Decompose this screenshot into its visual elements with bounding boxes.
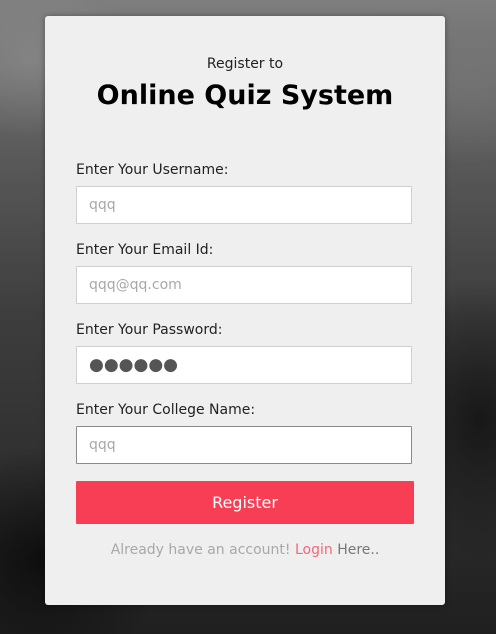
register-subtitle: Register to [206, 56, 284, 72]
username-label: Enter Your Username: [76, 162, 229, 178]
email-field[interactable]: qqq@qq.com [76, 266, 412, 304]
login-prompt: Already have an account! Login Here.. [45, 542, 445, 558]
username-field[interactable]: qqq [76, 186, 412, 224]
register-button[interactable]: Register [76, 481, 414, 524]
college-label: Enter Your College Name: [76, 402, 256, 418]
page-title: Online Quiz System [96, 80, 394, 111]
email-label: Enter Your Email Id: [76, 242, 214, 258]
password-field[interactable]: ●●●●●● [76, 346, 412, 384]
login-link[interactable]: Login [295, 542, 333, 558]
password-label: Enter Your Password: [76, 322, 223, 338]
register-card: Register to Online Quiz System Enter You… [45, 16, 445, 605]
college-field[interactable]: qqq [76, 426, 412, 464]
login-prompt-text: Already have an account! [110, 542, 291, 558]
login-prompt-suffix: Here.. [337, 542, 380, 558]
